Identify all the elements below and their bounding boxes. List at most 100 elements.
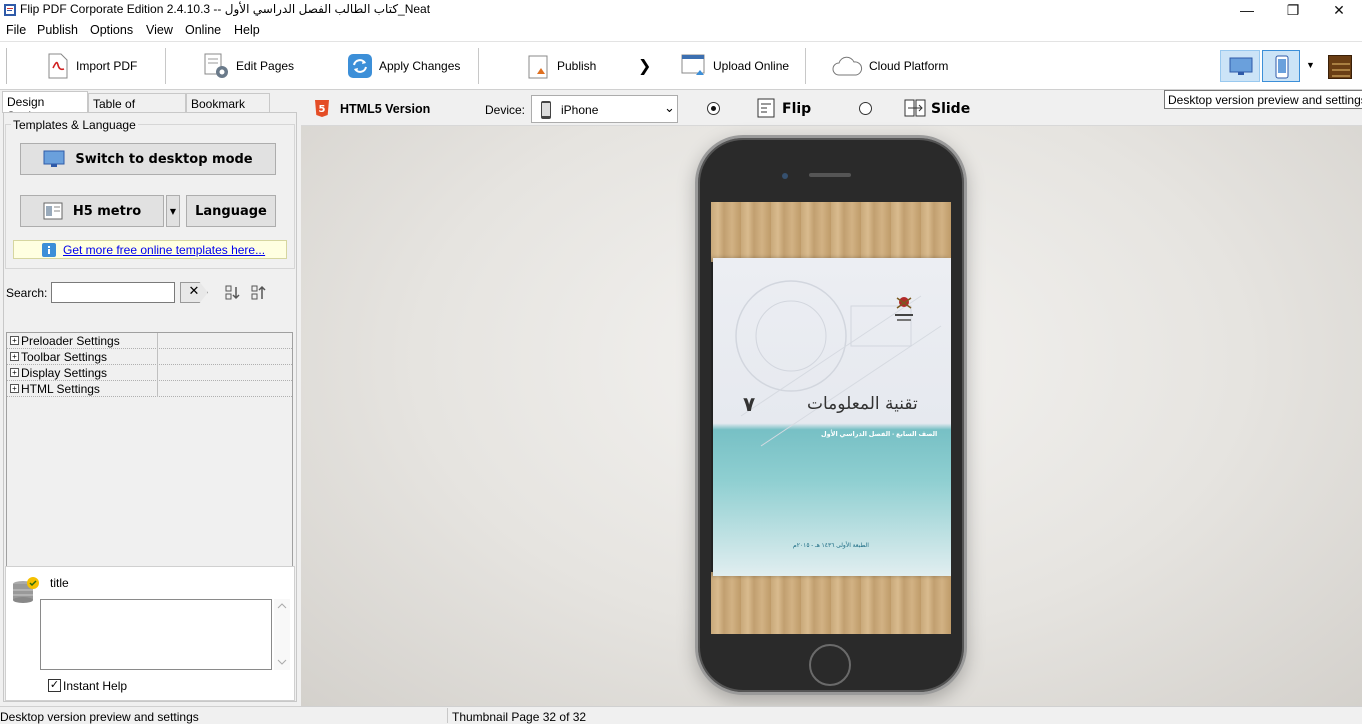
tree-row-preloader[interactable]: + Preloader Settings	[7, 333, 292, 349]
clear-icon: ✕	[188, 283, 200, 298]
import-pdf-button[interactable]: Import PDF	[46, 50, 137, 82]
tab-bookmark-tabs[interactable]: Bookmark Tabs	[186, 93, 270, 125]
preview-area: تقنية المعلومات ٧ الصف السابع - الفصل ال…	[301, 126, 1362, 706]
language-button[interactable]: Language	[186, 195, 276, 227]
instant-help-label: Instant Help	[63, 679, 128, 693]
clear-search-button[interactable]: ✕	[180, 282, 208, 303]
help-title: title	[50, 576, 69, 590]
tree-row-display[interactable]: + Display Settings	[7, 365, 292, 381]
preview-dropdown-icon[interactable]: ▼	[1306, 60, 1315, 70]
scroll-down-icon[interactable]	[277, 659, 287, 665]
flip-icon	[757, 98, 775, 118]
switch-desktop-button[interactable]: Switch to desktop mode	[20, 143, 276, 175]
expand-icon[interactable]: +	[10, 368, 19, 377]
tab-table-of-contents[interactable]: Table of Contents	[88, 93, 186, 125]
help-text-area[interactable]	[40, 599, 272, 670]
tree-row-html[interactable]: + HTML Settings	[7, 381, 292, 397]
menu-view[interactable]: View	[146, 23, 173, 37]
publish-icon	[528, 55, 548, 79]
main-toolbar: Import PDF Edit Pages Apply Changes Publ…	[0, 41, 1362, 90]
emblem-logo	[895, 297, 913, 321]
template-dropdown-button[interactable]: ▼	[166, 195, 180, 227]
left-panel: Design Settings Table of Contents Bookma…	[0, 91, 300, 706]
minimize-button[interactable]: —	[1224, 0, 1270, 20]
menu-options[interactable]: Options	[90, 23, 133, 37]
menu-online[interactable]: Online	[185, 23, 221, 37]
speaker-slot	[809, 173, 851, 177]
device-select[interactable]: iPhone ⌄	[531, 95, 678, 123]
chevron-right-icon: ❯	[638, 58, 652, 75]
expand-icon[interactable]: +	[10, 352, 19, 361]
phone-mockup: تقنية المعلومات ٧ الصف السابع - الفصل ال…	[695, 135, 967, 695]
bookcase-icon[interactable]	[1328, 55, 1352, 79]
chevron-down-icon: ⌄	[664, 100, 675, 115]
phone-screen: تقنية المعلومات ٧ الصف السابع - الفصل ال…	[711, 202, 951, 634]
book-title: تقنية المعلومات	[807, 394, 918, 414]
device-label: Device:	[485, 103, 526, 117]
camera-dot	[782, 173, 788, 179]
close-button[interactable]: ✕	[1316, 0, 1362, 20]
window-title: Flip PDF Corporate Edition 2.4.10.3 -- ك…	[20, 2, 431, 16]
help-scrollbar[interactable]	[274, 599, 290, 670]
menu-bar: File Publish Options View Online Help	[0, 20, 1362, 41]
cloud-icon	[832, 56, 862, 76]
status-separator	[447, 708, 448, 723]
menu-file[interactable]: File	[6, 23, 26, 37]
svg-text:5: 5	[319, 104, 326, 115]
book-subtitle: الصف السابع - الفصل الدراسي الأول	[821, 431, 938, 438]
flip-label: Flip	[782, 101, 812, 117]
templates-group-label: Templates & Language	[11, 118, 138, 132]
slide-label: Slide	[931, 101, 971, 117]
instant-help-checkbox[interactable]: ✓	[48, 679, 61, 692]
wood-top	[711, 202, 951, 262]
app-icon	[4, 4, 16, 16]
collapse-all-icon[interactable]	[250, 284, 268, 302]
book-cover-page[interactable]: تقنية المعلومات ٧ الصف السابع - الفصل ال…	[713, 258, 951, 576]
device-value: iPhone	[561, 103, 599, 117]
publish-button[interactable]: Publish	[527, 50, 596, 82]
settings-tree: + Preloader Settings + Toolbar Settings …	[6, 332, 293, 580]
scroll-up-icon[interactable]	[277, 603, 287, 609]
apply-changes-button[interactable]: Apply Changes	[347, 50, 460, 82]
grade-number: ٧	[743, 394, 756, 416]
expand-all-icon[interactable]	[224, 284, 242, 302]
phone-icon	[541, 101, 551, 119]
column-separator	[157, 349, 158, 365]
column-separator	[157, 381, 158, 397]
upload-online-button[interactable]: Upload Online	[681, 50, 789, 82]
help-panel: title ✓ Instant Help	[5, 566, 295, 701]
more-templates-link[interactable]: Get more free online templates here...	[13, 240, 287, 259]
refresh-icon	[348, 54, 372, 78]
expand-icon[interactable]: +	[10, 384, 19, 393]
maximize-button[interactable]: ❐	[1270, 0, 1316, 20]
toolbar-separator	[478, 48, 479, 84]
home-button	[809, 644, 851, 686]
monitor-icon	[1229, 57, 1253, 75]
pdf-icon	[48, 53, 68, 79]
edit-pages-button[interactable]: Edit Pages	[202, 50, 294, 82]
mobile-preview-button[interactable]	[1262, 50, 1300, 82]
template-icon	[43, 202, 63, 220]
upload-icon	[681, 54, 705, 75]
title-bar: Flip PDF Corporate Edition 2.4.10.3 -- ك…	[0, 0, 1362, 20]
menu-help[interactable]: Help	[234, 23, 260, 37]
expand-icon[interactable]: +	[10, 336, 19, 345]
column-separator	[157, 333, 158, 349]
slide-icon	[904, 99, 926, 117]
tooltip: Desktop version preview and settings	[1164, 90, 1362, 109]
status-bar: Desktop version preview and settings Thu…	[0, 706, 1362, 724]
search-input[interactable]	[51, 282, 175, 303]
book-edition: الطبعة الأولى ١٤٣٦ هـ - ٢٠١٥م	[793, 543, 869, 549]
tab-design-settings[interactable]: Design Settings	[2, 91, 88, 123]
cloud-platform-button[interactable]: Cloud Platform	[831, 50, 948, 82]
tree-row-toolbar[interactable]: + Toolbar Settings	[7, 349, 292, 365]
toolbar-grip	[6, 48, 8, 84]
desktop-preview-button[interactable]	[1220, 50, 1260, 82]
slide-radio[interactable]	[859, 102, 872, 115]
flip-radio[interactable]	[707, 102, 720, 115]
html5-version-label: HTML5 Version	[340, 102, 431, 116]
menu-publish[interactable]: Publish	[37, 23, 78, 37]
info-icon	[42, 243, 56, 257]
search-label: Search:	[6, 286, 48, 300]
template-button[interactable]: H5 metro	[20, 195, 164, 227]
